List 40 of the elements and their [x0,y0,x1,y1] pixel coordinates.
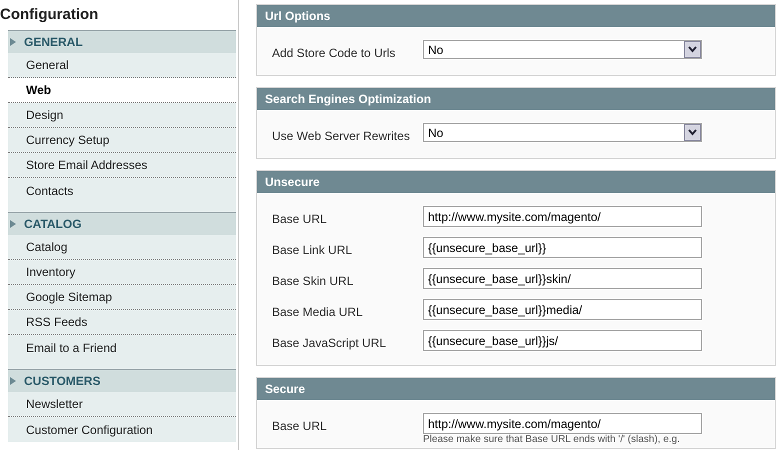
sidebar-item[interactable]: Web [8,78,236,103]
field-label: Base Skin URL [271,273,354,290]
sidebar-item[interactable]: Google Sitemap [8,285,236,310]
field-note: Please make sure that Base URL ends with '/' (slash), e.g. [423,434,681,446]
section-header: Url Options [257,5,775,27]
field-label: Base URL [271,418,328,435]
sidebar-item[interactable]: Design [8,103,236,128]
sidebar-item[interactable]: Newsletter [8,392,236,417]
sidebar-title: Configuration [0,5,100,25]
text-field[interactable]: http://www.mysite.com/magento/ [423,206,702,227]
section-header: Search Engines Optimization [257,88,775,110]
field-label: Base Media URL [271,304,364,321]
field-label: Use Web Server Rewrites [271,128,411,145]
sidebar-item[interactable]: Contacts [8,178,236,203]
sidebar-item[interactable]: Catalog [8,235,236,260]
text-field[interactable]: {{unsecure_base_url}}js/ [423,330,702,351]
section-header: Unsecure [257,171,775,193]
text-field[interactable]: http://www.mysite.com/magento/ [423,413,702,434]
text-field[interactable]: {{unsecure_base_url}}skin/ [423,268,702,289]
field-label: Base Link URL [271,242,354,259]
field-label: Add Store Code to Urls [271,45,396,62]
select-field[interactable]: No [423,40,702,59]
group-header[interactable]: CUSTOMERS [8,370,236,392]
field-label: Base JavaScript URL [271,335,388,352]
group-header[interactable]: GENERAL [8,31,236,53]
expand-triangle-icon [10,220,16,228]
sidebar-item[interactable]: Currency Setup [8,128,236,153]
group-header[interactable]: CATALOG [8,213,236,235]
sidebar-item[interactable]: RSS Feeds [8,310,236,335]
sidebar-item[interactable]: Store Email Addresses [8,153,236,178]
section-header: Secure [257,378,775,400]
text-field[interactable]: {{unsecure_base_url}}media/ [423,299,702,320]
select-field[interactable]: No [423,123,702,142]
text-field[interactable]: {{unsecure_base_url}} [423,237,702,258]
sidebar-item[interactable]: Email to a Friend [8,335,236,360]
field-label: Base URL [271,211,328,228]
expand-triangle-icon [10,38,16,46]
sidebar-item[interactable]: Inventory [8,260,236,285]
expand-triangle-icon [10,377,16,385]
sidebar-item[interactable]: Customer Configuration [8,417,236,442]
